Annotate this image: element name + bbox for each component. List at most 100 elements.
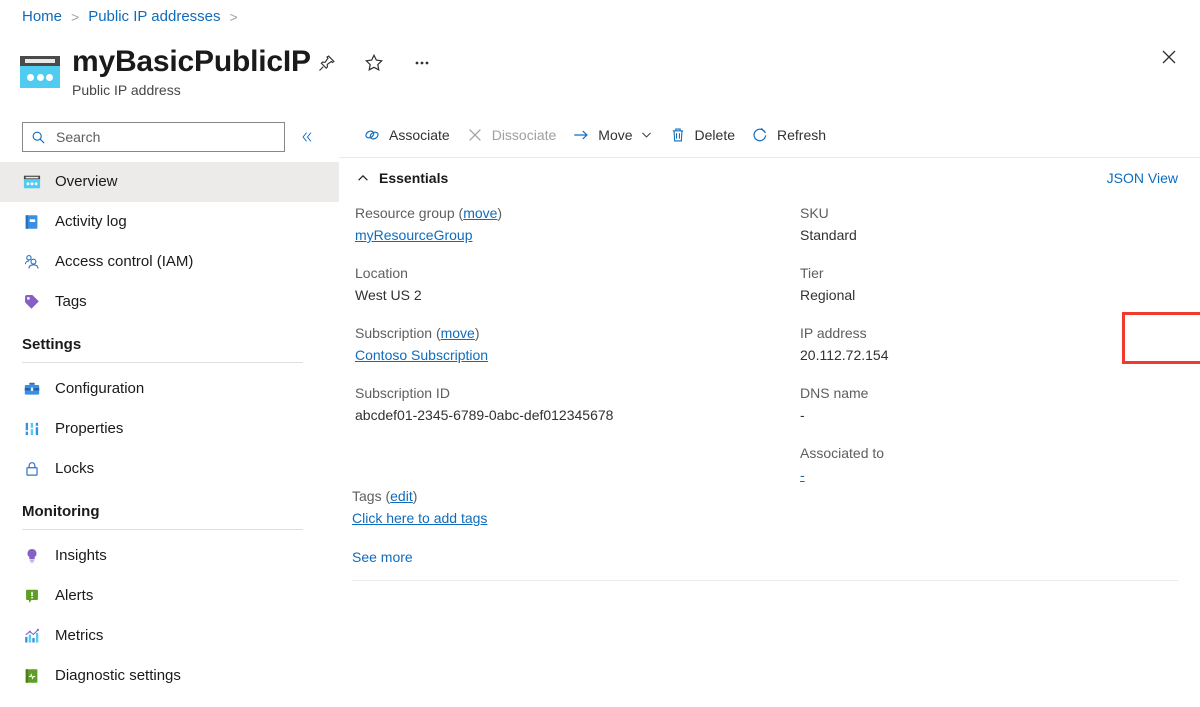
arrow-right-icon — [572, 126, 590, 144]
properties-icon — [22, 419, 42, 439]
sidebar-item-label: Alerts — [55, 587, 94, 604]
essentials-header: Essentials JSON View — [339, 158, 1200, 198]
more-ellipsis-icon[interactable] — [406, 47, 438, 79]
sidebar-item-activity-log[interactable]: Activity log — [0, 202, 339, 242]
subscription-link[interactable]: Contoso Subscription — [355, 347, 488, 363]
field-value: Regional — [800, 287, 856, 303]
field-value: Standard — [800, 227, 857, 243]
field-value: abcdef01-2345-6789-0abc-def012345678 — [355, 407, 614, 423]
field-key-label: Subscription ID — [355, 385, 450, 401]
chevron-double-left-icon[interactable] — [295, 125, 319, 149]
see-more-link-wrapper: See more — [352, 549, 413, 565]
breadcrumb-item-public-ip-addresses[interactable]: Public IP addresses — [88, 8, 220, 25]
sidebar-item-metrics[interactable]: Metrics — [0, 616, 339, 656]
sidebar-group-title: Settings — [22, 336, 82, 353]
essentials-field-location: Location West US 2 — [355, 264, 800, 306]
essentials-column-left: Resource group (move) myResourceGroup Lo… — [355, 204, 800, 504]
associate-button[interactable]: Associate — [355, 119, 458, 151]
sidebar-item-label: Configuration — [55, 380, 145, 397]
resource-group-move-link[interactable]: move — [463, 205, 497, 221]
sidebar-item-configuration[interactable]: Configuration — [0, 369, 339, 409]
move-button[interactable]: Move — [564, 119, 660, 151]
close-x-icon — [466, 126, 484, 144]
sidebar-group-monitoring: Monitoring — [0, 503, 339, 530]
sidebar-item-label: Metrics — [55, 627, 104, 644]
dissociate-label: Dissociate — [491, 126, 557, 143]
sidebar-item-locks[interactable]: Locks — [0, 449, 339, 489]
sidebar-item-access-control[interactable]: Access control (IAM) — [0, 242, 339, 282]
sidebar-item-label: Diagnostic settings — [55, 667, 181, 684]
title-actions — [310, 47, 438, 79]
overview-icon — [22, 172, 42, 192]
sidebar-item-overview[interactable]: Overview — [0, 162, 339, 202]
tags-block: Tags (edit) Click here to add tags — [352, 487, 487, 529]
activity-log-icon — [22, 212, 42, 232]
field-key: Subscription (move) — [355, 325, 480, 341]
sidebar-item-label: Tags — [55, 293, 87, 310]
add-tags-link[interactable]: Click here to add tags — [352, 510, 487, 526]
sidebar-item-properties[interactable]: Properties — [0, 409, 339, 449]
field-value: - — [800, 407, 805, 423]
sidebar-search-row — [22, 122, 319, 152]
resource-menu-list: Overview Activity log Access control (IA… — [0, 162, 339, 696]
azure-portal-blade: Home > Public IP addresses > myBasicPubl… — [0, 0, 1200, 707]
chevron-down-icon — [640, 128, 653, 141]
search-input-wrapper[interactable] — [22, 122, 285, 152]
tags-edit-link[interactable]: edit — [390, 488, 413, 504]
field-key-label: DNS name — [800, 385, 869, 401]
see-more-link[interactable]: See more — [352, 549, 413, 565]
field-key-label: Associated to — [800, 445, 885, 461]
sidebar-item-label: Overview — [55, 173, 118, 190]
field-key-label: Location — [355, 265, 408, 281]
field-key-label: Subscription — [355, 325, 433, 341]
essentials-field-ip-address: IP address 20.112.72.154 — [800, 324, 1185, 366]
breadcrumb-item-home[interactable]: Home — [22, 8, 62, 25]
json-view-link[interactable]: JSON View — [1107, 158, 1178, 198]
chevron-up-icon — [355, 170, 371, 186]
field-value: - — [800, 465, 1185, 486]
field-value: West US 2 — [355, 287, 422, 303]
sidebar-group-title: Monitoring — [22, 503, 100, 520]
subscription-move-link[interactable]: move — [441, 325, 475, 341]
sidebar-item-tags[interactable]: Tags — [0, 282, 339, 322]
essentials-toggle[interactable]: Essentials — [355, 170, 448, 186]
associate-label: Associate — [389, 126, 450, 143]
dissociate-button[interactable]: Dissociate — [458, 119, 565, 151]
tags-icon — [22, 292, 42, 312]
field-value: 20.112.72.154 — [800, 347, 889, 363]
sidebar-item-diagnostic-settings[interactable]: Diagnostic settings — [0, 656, 339, 696]
content-divider — [352, 580, 1178, 581]
close-button[interactable] — [1152, 40, 1186, 74]
search-icon — [32, 131, 45, 144]
search-input[interactable] — [54, 128, 269, 146]
resource-menu-panel: Overview Activity log — [0, 112, 339, 707]
field-key-label: IP address — [800, 325, 867, 341]
trash-icon — [669, 126, 687, 144]
breadcrumb-separator-icon-2: > — [229, 8, 238, 25]
command-bar: Associate Dissociate Move Delete Refresh — [339, 112, 1200, 158]
refresh-icon — [751, 126, 769, 144]
sidebar-item-label: Locks — [55, 460, 95, 477]
refresh-button[interactable]: Refresh — [743, 119, 834, 151]
essentials-field-associated-to: Associated to - — [800, 444, 1185, 486]
favorite-star-icon[interactable] — [358, 47, 390, 79]
sidebar-item-alerts[interactable]: Alerts — [0, 576, 339, 616]
associated-to-link[interactable]: - — [800, 467, 805, 483]
field-key: Resource group (move) — [355, 205, 503, 221]
public-ip-address-icon — [20, 52, 60, 92]
field-key-label: Resource group — [355, 205, 455, 221]
delete-button[interactable]: Delete — [661, 119, 743, 151]
delete-label: Delete — [694, 126, 735, 143]
page-subtitle: Public IP address — [72, 82, 181, 98]
essentials-grid: Resource group (move) myResourceGroup Lo… — [355, 204, 1185, 504]
essentials-field-resource-group: Resource group (move) myResourceGroup — [355, 204, 800, 246]
resource-group-link[interactable]: myResourceGroup — [355, 227, 473, 243]
sidebar-item-insights[interactable]: Insights — [0, 536, 339, 576]
pin-icon[interactable] — [310, 47, 342, 79]
insights-icon — [22, 546, 42, 566]
configuration-icon — [22, 379, 42, 399]
locks-icon — [22, 459, 42, 479]
breadcrumb-separator-icon: > — [71, 8, 80, 25]
access-control-icon — [22, 252, 42, 272]
refresh-label: Refresh — [777, 126, 827, 143]
